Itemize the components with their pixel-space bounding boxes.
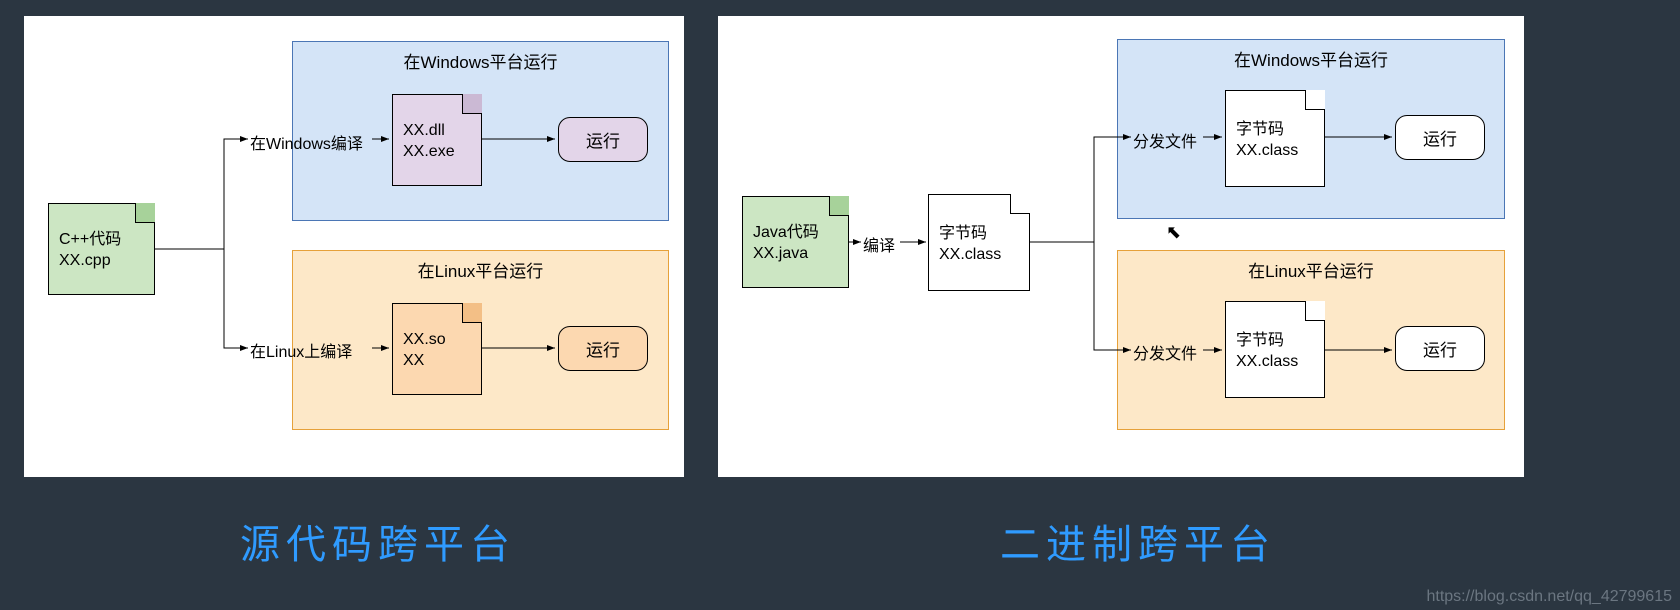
linux-bytecode-file: 字节码 XX.class — [1225, 301, 1325, 398]
edge-label-linux-compile: 在Linux上编译 — [250, 338, 352, 362]
linux-title-right: 在Linux平台运行 — [1118, 257, 1504, 282]
cpp-source-file: C++代码 XX.cpp — [48, 203, 155, 295]
windows-binary-file: XX.dll XX.exe — [392, 94, 482, 186]
windows-bytecode-filename: XX.class — [1236, 141, 1314, 162]
file-fold-icon — [135, 203, 155, 223]
file-fold-icon — [829, 196, 849, 216]
cpp-source-filename: XX.cpp — [59, 251, 144, 272]
edge-label-dist-linux: 分发文件 — [1133, 340, 1197, 364]
linux-run-node-right: 运行 — [1395, 326, 1485, 371]
windows-bytecode-label: 字节码 — [1236, 120, 1314, 141]
linux-run-label: 运行 — [586, 336, 620, 361]
linux-run-label-right: 运行 — [1423, 336, 1457, 361]
windows-run-label-right: 运行 — [1423, 125, 1457, 150]
linux-out-so: XX.so — [403, 330, 471, 351]
windows-out-exe: XX.exe — [403, 142, 471, 163]
windows-bytecode-file: 字节码 XX.class — [1225, 90, 1325, 187]
linux-bytecode-filename: XX.class — [1236, 352, 1314, 373]
bytecode-file: 字节码 XX.class — [928, 194, 1030, 291]
cursor-icon: ⬉ — [1166, 222, 1181, 243]
java-source-file: Java代码 XX.java — [742, 196, 849, 288]
windows-run-node: 运行 — [558, 117, 648, 162]
windows-title: 在Windows平台运行 — [293, 48, 668, 73]
linux-title: 在Linux平台运行 — [293, 257, 668, 282]
caption-right: 二进制跨平台 — [1000, 512, 1276, 570]
edge-label-compile: 编译 — [863, 232, 895, 256]
edge-label-dist-win: 分发文件 — [1133, 128, 1197, 152]
file-fold-icon — [1305, 90, 1325, 110]
file-fold-icon — [462, 303, 482, 323]
linux-out-bin: XX — [403, 351, 471, 372]
windows-run-node-right: 运行 — [1395, 115, 1485, 160]
java-source-filename: XX.java — [753, 244, 838, 265]
panel-source-cross-platform: C++代码 XX.cpp 在Windows平台运行 XX.dll XX.exe … — [24, 16, 684, 477]
linux-bytecode-label: 字节码 — [1236, 331, 1314, 352]
linux-binary-file: XX.so XX — [392, 303, 482, 395]
file-fold-icon — [1010, 194, 1030, 214]
windows-run-label: 运行 — [586, 127, 620, 152]
cpp-source-label: C++代码 — [59, 230, 144, 251]
windows-out-dll: XX.dll — [403, 121, 471, 142]
caption-left: 源代码跨平台 — [240, 512, 516, 570]
panel-binary-cross-platform: Java代码 XX.java 编译 字节码 XX.class 在Windows平… — [718, 16, 1524, 477]
windows-title-right: 在Windows平台运行 — [1118, 46, 1504, 71]
linux-run-node: 运行 — [558, 326, 648, 371]
file-fold-icon — [1305, 301, 1325, 321]
bytecode-filename: XX.class — [939, 245, 1019, 266]
bytecode-label: 字节码 — [939, 224, 1019, 245]
edge-label-win-compile: 在Windows编译 — [250, 130, 363, 154]
java-source-label: Java代码 — [753, 223, 838, 244]
file-fold-icon — [462, 94, 482, 114]
watermark: https://blog.csdn.net/qq_42799615 — [1426, 588, 1672, 606]
